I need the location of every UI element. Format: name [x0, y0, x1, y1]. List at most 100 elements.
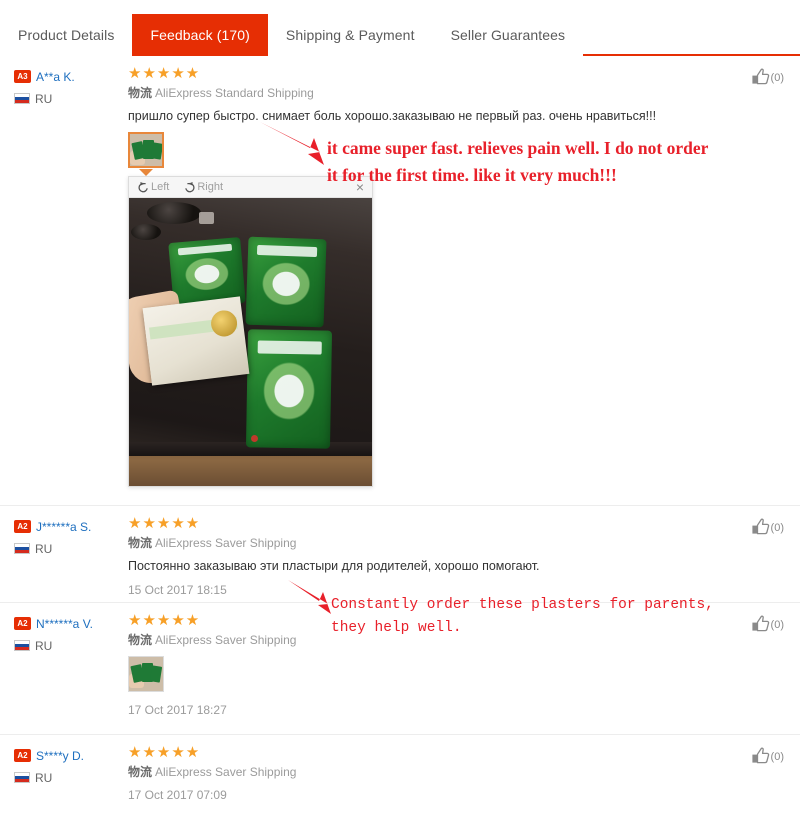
reviewer-name-row: A2 S****y D. [14, 747, 118, 764]
review-thumbnail[interactable] [128, 132, 164, 168]
photo-object-shape [199, 212, 214, 224]
reviewer-level-badge: A2 [14, 749, 31, 762]
review-body: ★★★★★ 物流 AliExpress Saver Shipping Постоя… [128, 516, 694, 598]
reviewer-country: RU [35, 91, 53, 106]
shipping-method-label: AliExpress Saver Shipping [155, 633, 297, 647]
shipping-method-label: AliExpress Saver Shipping [155, 765, 297, 779]
logistics-cn-label: 物流 [128, 765, 153, 779]
reviewer-level-badge: A2 [14, 520, 31, 533]
close-icon[interactable]: × [356, 180, 364, 194]
shipping-method-label: AliExpress Saver Shipping [155, 536, 297, 550]
reviewer-country-row: RU [14, 540, 118, 557]
tab-label: Feedback (170) [150, 27, 250, 43]
tab-shipping-payment[interactable]: Shipping & Payment [267, 14, 433, 56]
reviewer-level-badge: A2 [14, 617, 31, 630]
tab-product-details[interactable]: Product Details [0, 14, 133, 56]
flag-ru-icon [14, 640, 30, 651]
helpful-count: (0) [770, 522, 784, 534]
reviewer-username[interactable]: N******a V. [36, 617, 93, 631]
reviewer-info: A2 N******a V. RU [14, 615, 118, 659]
logistics-cn-label: 物流 [128, 536, 153, 550]
rating-stars: ★★★★★ [128, 515, 201, 532]
shipping-method-label: AliExpress Standard Shipping [155, 86, 314, 100]
reviewer-username[interactable]: S****y D. [36, 749, 84, 763]
shipping-method: 物流 AliExpress Saver Shipping [128, 536, 694, 551]
review-item: A2 N******a V. RU ★★★★★ 物流 AliExpress Sav… [0, 603, 800, 735]
photo-packet-shape [245, 329, 333, 449]
reviewer-name-row: A2 J******a S. [14, 518, 118, 535]
helpful-button[interactable]: (0) [751, 615, 784, 633]
reviewer-country: RU [35, 541, 53, 556]
reviewer-country-row: RU [14, 769, 118, 786]
reviewer-country: RU [35, 770, 53, 785]
photo-stove-shape [131, 224, 161, 240]
rating-stars: ★★★★★ [128, 744, 201, 761]
reviewer-name-row: A2 N******a V. [14, 615, 118, 632]
review-body: ★★★★★ 物流 AliExpress Standard Shipping при… [128, 65, 694, 176]
reviewer-name-row: A3 A**a K. [14, 68, 118, 85]
flag-ru-icon [14, 93, 30, 104]
reviewer-level-badge: A3 [14, 70, 31, 83]
rotate-right-icon [185, 181, 195, 192]
image-viewer-popup: Left Right × [128, 176, 373, 487]
photo-red-dot-shape [251, 435, 258, 442]
rotate-left-label: Left [151, 181, 170, 193]
thumbs-up-icon [751, 518, 769, 535]
tab-feedback[interactable]: Feedback (170) [132, 14, 268, 56]
review-list: A3 A**a K. RU ★★★★★ 物流 AliExpress Standar… [0, 56, 800, 815]
reviewer-country-row: RU [14, 90, 118, 107]
reviewer-info: A3 A**a K. RU [14, 68, 118, 112]
review-date: 17 Oct 2017 07:09 [128, 788, 227, 802]
tab-list: Product Details Feedback (170) Shipping … [0, 14, 584, 56]
thumbs-up-icon [751, 68, 769, 85]
thumbnail-caret-icon [139, 169, 153, 176]
photo-packet-shape [245, 236, 327, 328]
review-date: 17 Oct 2017 18:27 [128, 703, 227, 717]
shipping-method: 物流 AliExpress Standard Shipping [128, 86, 694, 101]
reviewer-info: A2 S****y D. RU [14, 747, 118, 791]
review-text: Постоянно заказываю эти пластыри для род… [128, 559, 540, 573]
shipping-method: 物流 AliExpress Saver Shipping [128, 633, 694, 648]
review-date: 15 Oct 2017 18:15 [128, 583, 227, 597]
review-thumbnail[interactable] [128, 656, 164, 692]
helpful-button[interactable]: (0) [751, 747, 784, 765]
helpful-count: (0) [770, 72, 784, 84]
rotate-right-button[interactable]: Right [183, 181, 223, 194]
logistics-cn-label: 物流 [128, 86, 153, 100]
logistics-cn-label: 物流 [128, 633, 153, 647]
tab-label: Seller Guarantees [450, 27, 566, 43]
photo-box-shape [142, 296, 250, 386]
image-viewer-toolbar: Left Right × [129, 177, 372, 198]
tab-label: Shipping & Payment [285, 27, 415, 43]
rotate-left-icon [138, 181, 148, 192]
rating-stars: ★★★★★ [128, 612, 201, 629]
reviewer-username[interactable]: A**a K. [36, 70, 75, 84]
feedback-tab-bar: Product Details Feedback (170) Shipping … [0, 0, 800, 56]
helpful-button[interactable]: (0) [751, 68, 784, 86]
flag-ru-icon [14, 543, 30, 554]
thumbnail-packet-shape [150, 142, 162, 160]
reviewer-country: RU [35, 638, 53, 653]
tab-label: Product Details [18, 27, 115, 43]
review-item: A2 S****y D. RU ★★★★★ 物流 AliExpress Saver… [0, 735, 800, 815]
review-photo[interactable] [129, 198, 372, 486]
review-thumbnail-wrap [128, 132, 164, 176]
flag-ru-icon [14, 772, 30, 783]
helpful-count: (0) [770, 751, 784, 763]
shipping-method: 物流 AliExpress Saver Shipping [128, 765, 694, 780]
review-thumbnail-wrap [128, 656, 164, 692]
reviewer-username[interactable]: J******a S. [36, 520, 91, 534]
review-body: ★★★★★ 物流 AliExpress Saver Shipping 17 Oct… [128, 745, 694, 803]
helpful-button[interactable]: (0) [751, 518, 784, 536]
rotate-right-label: Right [197, 181, 224, 193]
rotate-left-button[interactable]: Left [137, 181, 169, 194]
review-item: A3 A**a K. RU ★★★★★ 物流 AliExpress Standar… [0, 56, 800, 506]
helpful-count: (0) [770, 619, 784, 631]
review-body: ★★★★★ 物流 AliExpress Saver Shipping 17 Oct… [128, 613, 694, 718]
tab-seller-guarantees[interactable]: Seller Guarantees [432, 14, 584, 56]
reviewer-country-row: RU [14, 637, 118, 654]
rating-stars: ★★★★★ [128, 65, 201, 82]
photo-stove-shape [147, 202, 201, 224]
photo-box-emblem [209, 308, 239, 338]
thumbnail-packet-shape [149, 665, 163, 683]
